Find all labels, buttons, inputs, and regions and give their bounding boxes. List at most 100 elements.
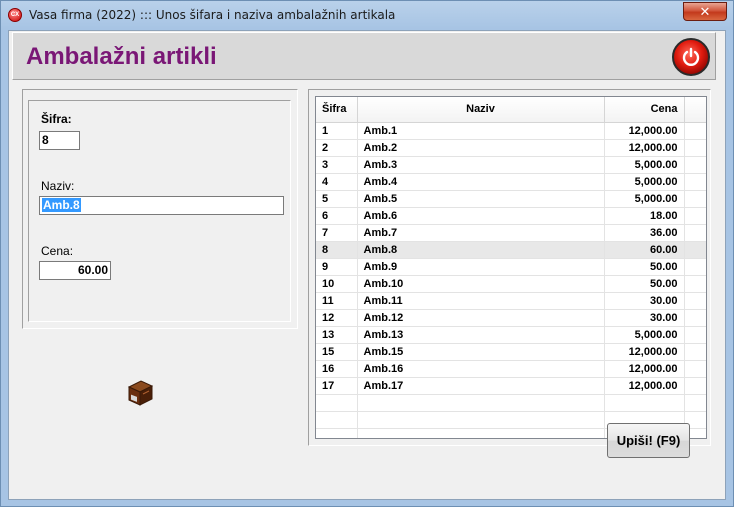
table-row[interactable]: 17 Amb.17 12,000.00 (316, 377, 706, 395)
empty-cell (684, 394, 706, 412)
cell-filler (684, 139, 706, 157)
sifra-value: 8 (42, 133, 49, 147)
table-row[interactable]: 15 Amb.15 12,000.00 (316, 343, 706, 361)
cell-sifra: 13 (316, 326, 358, 344)
cell-naziv: Amb.12 (357, 309, 605, 327)
table-row[interactable]: 4 Amb.4 5,000.00 (316, 173, 706, 191)
cell-sifra: 2 (316, 139, 358, 157)
column-header-filler (684, 97, 706, 123)
cell-sifra: 5 (316, 190, 358, 208)
power-button[interactable] (672, 38, 710, 76)
cell-sifra: 10 (316, 275, 358, 293)
cell-sifra: 6 (316, 207, 358, 225)
table-row[interactable]: 12 Amb.12 30.00 (316, 309, 706, 327)
cell-filler (684, 360, 706, 378)
cell-cena: 18.00 (604, 207, 685, 225)
cell-naziv: Amb.1 (357, 122, 605, 140)
grid-header-row: Šifra Naziv Cena (316, 97, 706, 123)
table-row[interactable]: 2 Amb.2 12,000.00 (316, 139, 706, 157)
cell-filler (684, 377, 706, 395)
cell-filler (684, 207, 706, 225)
table-row[interactable]: 3 Amb.3 5,000.00 (316, 156, 706, 174)
cell-naziv: Amb.6 (357, 207, 605, 225)
cell-cena: 12,000.00 (604, 139, 685, 157)
cell-filler (684, 275, 706, 293)
cell-naziv: Amb.5 (357, 190, 605, 208)
cell-naziv: Amb.10 (357, 275, 605, 293)
cell-sifra: 11 (316, 292, 358, 310)
cell-naziv: Amb.3 (357, 156, 605, 174)
table-row[interactable]: 6 Amb.6 18.00 (316, 207, 706, 225)
articles-table: Šifra Naziv Cena 1 Amb.1 12,000.00 2 Amb.2 12… (316, 97, 706, 438)
close-window-button[interactable]: ✕ (683, 2, 727, 21)
cell-naziv: Amb.15 (357, 343, 605, 361)
window-title: Vasa firma (2022) ::: Unos šifara i nazi… (29, 8, 396, 22)
package-box-icon (127, 380, 154, 406)
cell-cena: 30.00 (604, 309, 685, 327)
cena-field[interactable]: 60.00 (39, 261, 111, 280)
table-row[interactable]: 13 Amb.13 5,000.00 (316, 326, 706, 344)
column-header-cena[interactable]: Cena (604, 97, 685, 123)
empty-cell (316, 411, 358, 429)
cell-filler (684, 326, 706, 344)
sifra-label: Šifra: (41, 112, 72, 126)
cell-cena: 12,000.00 (604, 377, 685, 395)
header-panel: Ambalažni artikli (12, 32, 716, 80)
cena-label: Cena: (41, 244, 74, 258)
cell-sifra: 17 (316, 377, 358, 395)
cell-filler (684, 190, 706, 208)
cena-value: 60.00 (77, 263, 108, 277)
table-row[interactable]: 16 Amb.16 12,000.00 (316, 360, 706, 378)
title-bar[interactable]: CX Vasa firma (2022) ::: Unos šifara i n… (1, 1, 733, 29)
cell-sifra: 4 (316, 173, 358, 191)
cell-sifra: 9 (316, 258, 358, 276)
cell-filler (684, 292, 706, 310)
empty-cell (316, 394, 358, 412)
cell-naziv: Amb.13 (357, 326, 605, 344)
cell-filler (684, 156, 706, 174)
save-button[interactable]: Upiši! (F9) (607, 423, 690, 458)
cell-cena: 60.00 (604, 241, 685, 259)
grid-body: 1 Amb.1 12,000.00 2 Amb.2 12,000.00 3 Amb.3 5,00… (316, 122, 706, 438)
cell-sifra: 12 (316, 309, 358, 327)
sifra-field[interactable]: 8 (39, 131, 80, 150)
cell-filler (684, 343, 706, 361)
cell-filler (684, 309, 706, 327)
cell-filler (684, 258, 706, 276)
cell-naziv: Amb.4 (357, 173, 605, 191)
cell-sifra: 8 (316, 241, 358, 259)
cell-cena: 36.00 (604, 224, 685, 242)
column-header-sifra[interactable]: Šifra (316, 97, 358, 123)
column-header-naziv[interactable]: Naziv (357, 97, 605, 123)
cell-naziv: Amb.7 (357, 224, 605, 242)
empty-row (316, 394, 706, 412)
empty-cell (357, 411, 605, 429)
cell-naziv: Amb.8 (357, 241, 605, 259)
power-icon (682, 47, 700, 66)
table-row[interactable]: 1 Amb.1 12,000.00 (316, 122, 706, 140)
cell-naziv: Amb.17 (357, 377, 605, 395)
table-row[interactable]: 11 Amb.11 30.00 (316, 292, 706, 310)
table-row[interactable]: 10 Amb.10 50.00 (316, 275, 706, 293)
naziv-value: Amb.8 (42, 198, 81, 212)
cell-naziv: Amb.11 (357, 292, 605, 310)
cell-filler (684, 173, 706, 191)
cell-cena: 5,000.00 (604, 190, 685, 208)
table-row[interactable]: 5 Amb.5 5,000.00 (316, 190, 706, 208)
empty-cell (357, 428, 605, 438)
cell-filler (684, 122, 706, 140)
app-logo-icon[interactable]: CX (8, 8, 22, 22)
table-row[interactable]: 7 Amb.7 36.00 (316, 224, 706, 242)
cell-cena: 50.00 (604, 258, 685, 276)
page-title: Ambalažni artikli (26, 43, 217, 70)
cell-filler (684, 224, 706, 242)
table-row[interactable]: 8 Amb.8 60.00 (316, 241, 706, 259)
naziv-field[interactable]: Amb.8 (39, 196, 284, 215)
table-row[interactable]: 9 Amb.9 50.00 (316, 258, 706, 276)
cell-sifra: 7 (316, 224, 358, 242)
cell-naziv: Amb.16 (357, 360, 605, 378)
cell-naziv: Amb.2 (357, 139, 605, 157)
cell-cena: 12,000.00 (604, 360, 685, 378)
cell-sifra: 1 (316, 122, 358, 140)
articles-grid[interactable]: Šifra Naziv Cena 1 Amb.1 12,000.00 2 Amb.2 12… (315, 96, 707, 439)
